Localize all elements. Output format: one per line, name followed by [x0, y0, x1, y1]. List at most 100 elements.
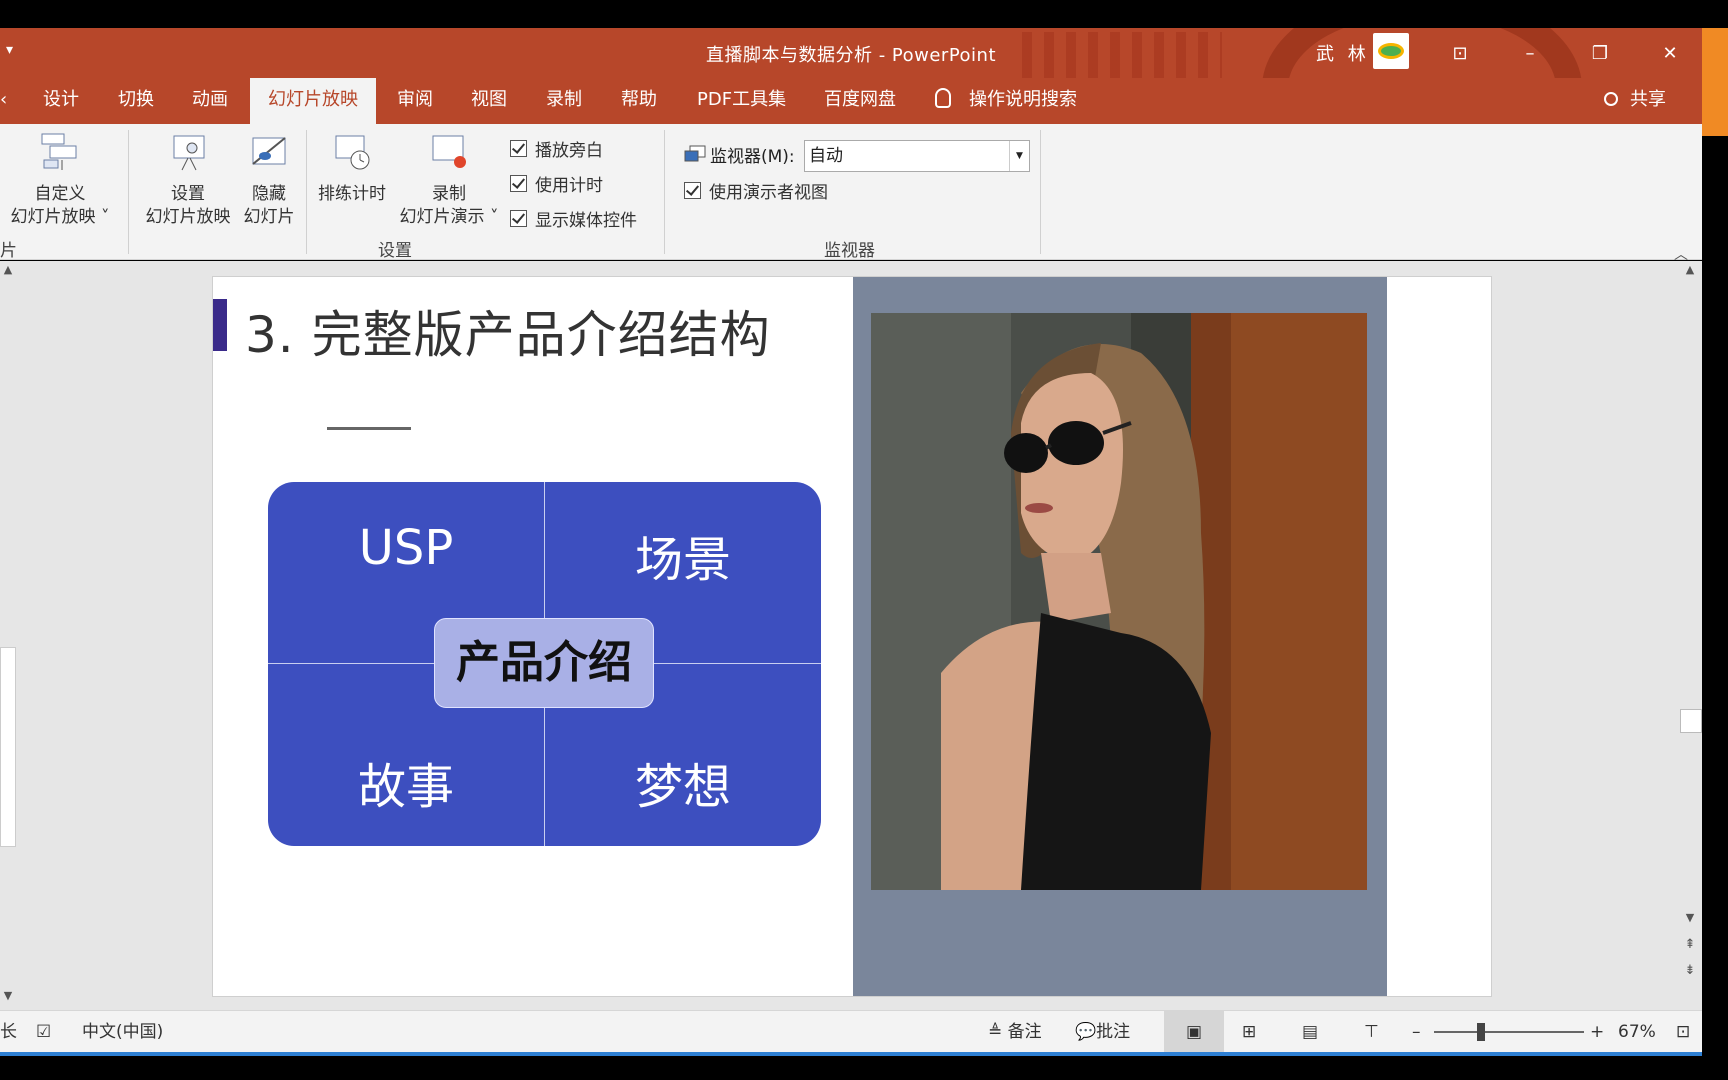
group-separator: [1040, 130, 1041, 254]
scroll-down-icon[interactable]: ▼: [0, 989, 16, 1002]
tab-baidu-netdisk[interactable]: 百度网盘: [810, 78, 910, 124]
product-intro-matrix[interactable]: USP 场景 故事 梦想 产品介绍: [268, 482, 821, 846]
language-indicator[interactable]: 中文(中国): [82, 1011, 163, 1053]
tab-view[interactable]: 视图: [457, 78, 521, 124]
fit-to-window-icon[interactable]: ⊡: [1676, 1011, 1690, 1053]
previous-slide-icon[interactable]: ⇞: [1678, 937, 1702, 952]
avatar[interactable]: [1373, 33, 1409, 69]
setup-show-line1: 设置: [171, 184, 205, 204]
comments-button[interactable]: 💬批注: [1075, 1011, 1130, 1053]
zoom-slider[interactable]: [1434, 1031, 1584, 1033]
record-line1: 录制: [432, 184, 466, 204]
record-slide-show-button[interactable]: 录制 幻灯片演示 ˅: [394, 132, 504, 229]
scroll-thumb[interactable]: [0, 647, 16, 847]
setup-slide-show-button[interactable]: 设置 幻灯片放映: [142, 132, 234, 229]
notes-icon: ≜: [988, 1022, 1008, 1042]
record-line2: 幻灯片演示 ˅: [399, 207, 499, 227]
group-separator: [306, 130, 307, 254]
reading-view-icon[interactable]: ▤: [1302, 1011, 1318, 1053]
scroll-down-icon[interactable]: ▼: [1678, 911, 1702, 924]
status-bar: 长 ☑ 中文(中国) ≜ 备注 💬批注 ▣ ⊞ ▤ ⊤ – + 67% ⊡: [0, 1010, 1702, 1053]
group-separator: [664, 130, 665, 254]
slide-counter-partial: 长: [0, 1022, 17, 1042]
checkbox-checked-icon: [510, 140, 527, 157]
tab-review[interactable]: 审阅: [383, 78, 447, 124]
tab-animations[interactable]: 动画: [178, 78, 242, 124]
zoom-slider-thumb[interactable]: [1477, 1023, 1485, 1041]
zoom-in-button[interactable]: +: [1590, 1011, 1604, 1053]
presenter-view-checkbox[interactable]: 使用演示者视图: [684, 178, 828, 203]
show-media-controls-checkbox[interactable]: 显示媒体控件: [510, 206, 637, 231]
setup-show-icon: [173, 135, 205, 171]
hide-slide-button[interactable]: 隐藏 幻灯片: [238, 132, 300, 229]
monitor-icon: [684, 145, 706, 161]
tab-record[interactable]: 录制: [532, 78, 596, 124]
slide-vertical-scrollbar[interactable]: ▲ ▼ ⇞ ⇟: [1678, 261, 1702, 1010]
person-icon: [1604, 92, 1618, 106]
slide-title[interactable]: 3. 完整版产品介绍结构: [245, 295, 771, 367]
hide-slide-line1: 隐藏: [252, 184, 286, 204]
desktop-app-edge: [1702, 28, 1728, 136]
matrix-center-label: 产品介绍: [434, 618, 654, 708]
tell-me-search[interactable]: 操作说明搜索: [935, 78, 1077, 124]
comments-label: 批注: [1096, 1022, 1131, 1042]
close-button[interactable]: ✕: [1650, 36, 1690, 70]
monitor-select-value: 自动: [809, 146, 843, 166]
custom-show-line2: 幻灯片放映 ˅: [10, 207, 110, 227]
scroll-thumb[interactable]: [1680, 709, 1702, 733]
tell-me-label: 操作说明搜索: [969, 89, 1077, 110]
slide-editing-area: ▲ ▼ 3. 完整版产品介绍结构 USP 场景 故事 梦想 产品介绍 ▲ ▼ ⇞…: [0, 261, 1702, 1010]
restore-button[interactable]: ❐: [1580, 36, 1620, 70]
taskbar-edge: [0, 1052, 1702, 1056]
matrix-cell-story: 故事: [357, 759, 454, 815]
show-media-controls-label: 显示媒体控件: [535, 211, 637, 231]
ribbon-tab-bar: ‹ 设计 切换 动画 幻灯片放映 审阅 视图 录制 帮助 PDF工具集 百度网盘…: [0, 78, 1702, 124]
slide-show-view-icon[interactable]: ⊤: [1364, 1011, 1379, 1053]
custom-show-line1: 自定义: [34, 184, 86, 204]
tab-design[interactable]: 设计: [29, 78, 93, 124]
hide-slide-line2: 幻灯片: [243, 207, 295, 227]
title-bar: ▾ 直播脚本与数据分析 - PowerPoint 武 林 ⊡ – ❐ ✕: [0, 28, 1702, 78]
slide-canvas[interactable]: 3. 完整版产品介绍结构 USP 场景 故事 梦想 产品介绍: [212, 276, 1492, 997]
custom-show-icon: [41, 133, 77, 170]
custom-slide-show-button[interactable]: 自定义 幻灯片放映 ˅: [4, 132, 116, 229]
woman-sunglasses-photo[interactable]: [871, 313, 1367, 890]
tab-transitions[interactable]: 切换: [104, 78, 168, 124]
slide-sorter-view-icon[interactable]: ⊞: [1242, 1011, 1256, 1053]
zoom-out-button[interactable]: –: [1412, 1011, 1421, 1053]
minimize-button[interactable]: –: [1510, 36, 1550, 70]
next-slide-icon[interactable]: ⇟: [1678, 963, 1702, 978]
chevron-down-icon[interactable]: ▼: [1009, 141, 1029, 171]
monitors-group-label: 监视器: [824, 241, 875, 261]
setup-group-label: 设置: [378, 241, 412, 261]
monitor-label-text: 监视器(M):: [710, 147, 795, 167]
monitor-select[interactable]: 自动 ▼: [804, 140, 1030, 172]
notes-button[interactable]: ≜ 备注: [988, 1011, 1042, 1053]
share-button[interactable]: 共享: [1604, 78, 1666, 124]
tab-pdf-tools[interactable]: PDF工具集: [683, 78, 800, 124]
group-separator: [128, 130, 129, 254]
setup-show-line2: 幻灯片放映: [145, 207, 231, 227]
user-name[interactable]: 武 林: [1316, 40, 1370, 66]
ribbon-display-options-button[interactable]: ⊡: [1440, 36, 1480, 70]
spell-check-icon[interactable]: ☑: [36, 1011, 51, 1053]
presenter-view-label: 使用演示者视图: [709, 183, 828, 203]
desktop-edge: [1702, 28, 1728, 1058]
tab-overflow-left-icon[interactable]: ‹: [0, 78, 7, 124]
normal-view-icon[interactable]: ▣: [1164, 1011, 1224, 1053]
checkbox-checked-icon: [510, 210, 527, 227]
zoom-level[interactable]: 67%: [1618, 1011, 1656, 1053]
scroll-up-icon[interactable]: ▲: [0, 263, 16, 276]
rehearse-line1: 排练计时: [318, 184, 386, 204]
use-timings-checkbox[interactable]: 使用计时: [510, 171, 603, 196]
photo-background-panel: [853, 277, 1387, 996]
tab-slide-show[interactable]: 幻灯片放映: [250, 78, 376, 124]
thumbnail-pane-scrollbar[interactable]: ▲ ▼: [0, 261, 18, 1010]
matrix-cell-usp: USP: [358, 520, 454, 576]
play-narrations-checkbox[interactable]: 播放旁白: [510, 136, 603, 161]
checkbox-checked-icon: [510, 175, 527, 192]
rehearse-timings-button[interactable]: 排练计时: [312, 132, 392, 206]
scroll-up-icon[interactable]: ▲: [1678, 263, 1702, 276]
share-label: 共享: [1630, 89, 1666, 110]
tab-help[interactable]: 帮助: [607, 78, 671, 124]
